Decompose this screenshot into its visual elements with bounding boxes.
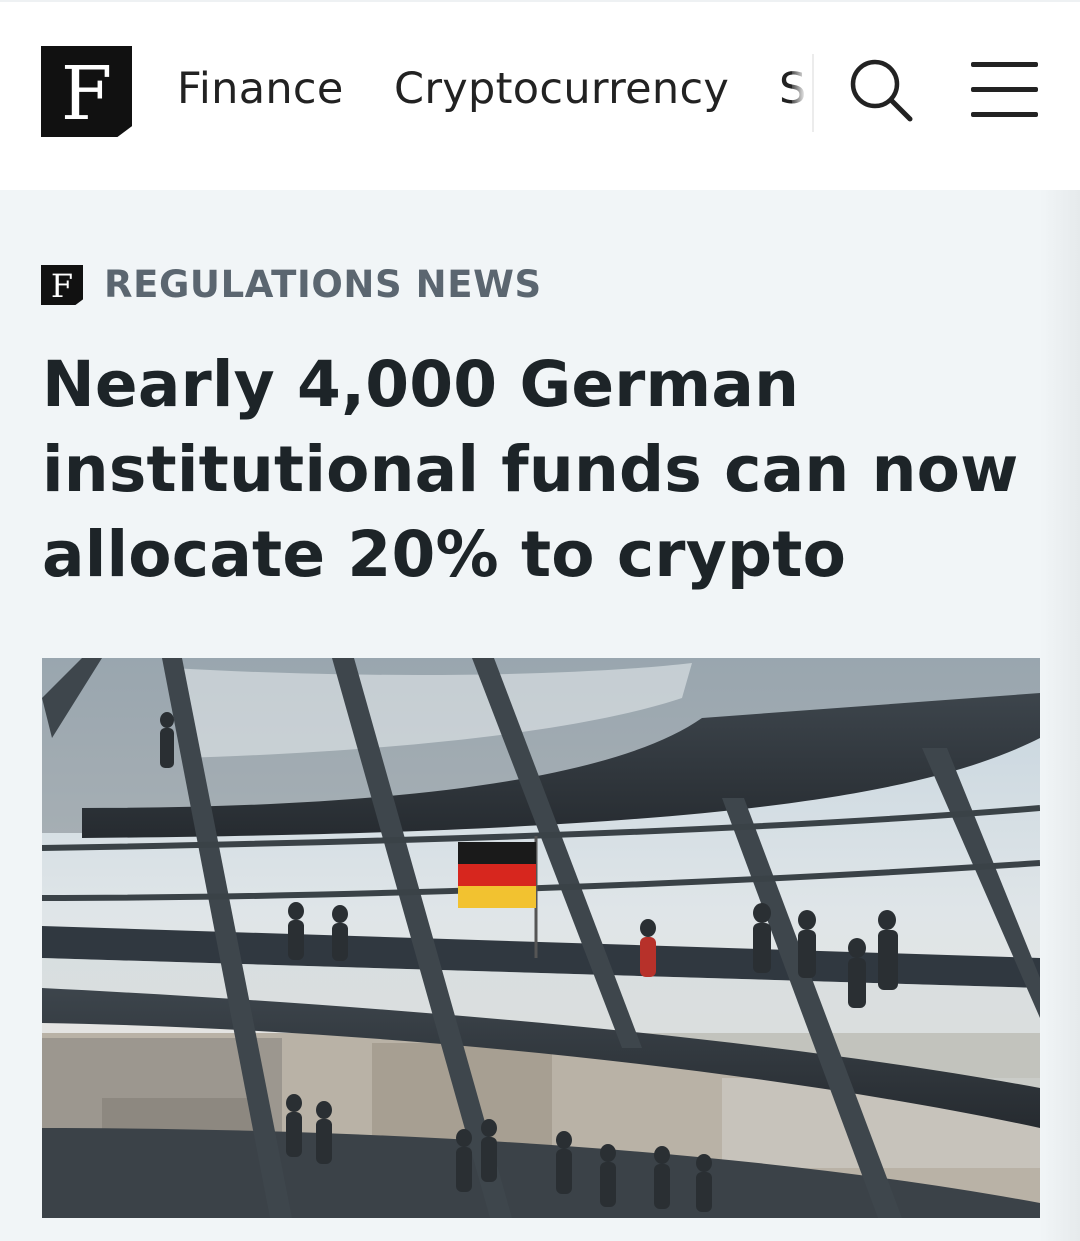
site-logo-letter: F xyxy=(60,50,113,137)
category-label[interactable]: REGULATIONS NEWS xyxy=(104,263,542,306)
category-logo-letter: F xyxy=(50,267,74,305)
site-logo[interactable]: F xyxy=(41,46,132,137)
site-header: F Finance Cryptocurrency St xyxy=(0,0,1080,190)
article-headline: Nearly 4,000 German institutional funds … xyxy=(42,348,1019,591)
hamburger-menu-icon[interactable] xyxy=(971,62,1038,119)
search-icon[interactable] xyxy=(848,57,914,123)
hero-image xyxy=(42,658,1040,1218)
nav-link-finance[interactable]: Finance xyxy=(177,64,344,114)
nav-scroll-fade xyxy=(792,50,816,136)
category-logo-icon: F xyxy=(41,265,83,305)
nav-link-cryptocurrency[interactable]: Cryptocurrency xyxy=(394,64,729,114)
